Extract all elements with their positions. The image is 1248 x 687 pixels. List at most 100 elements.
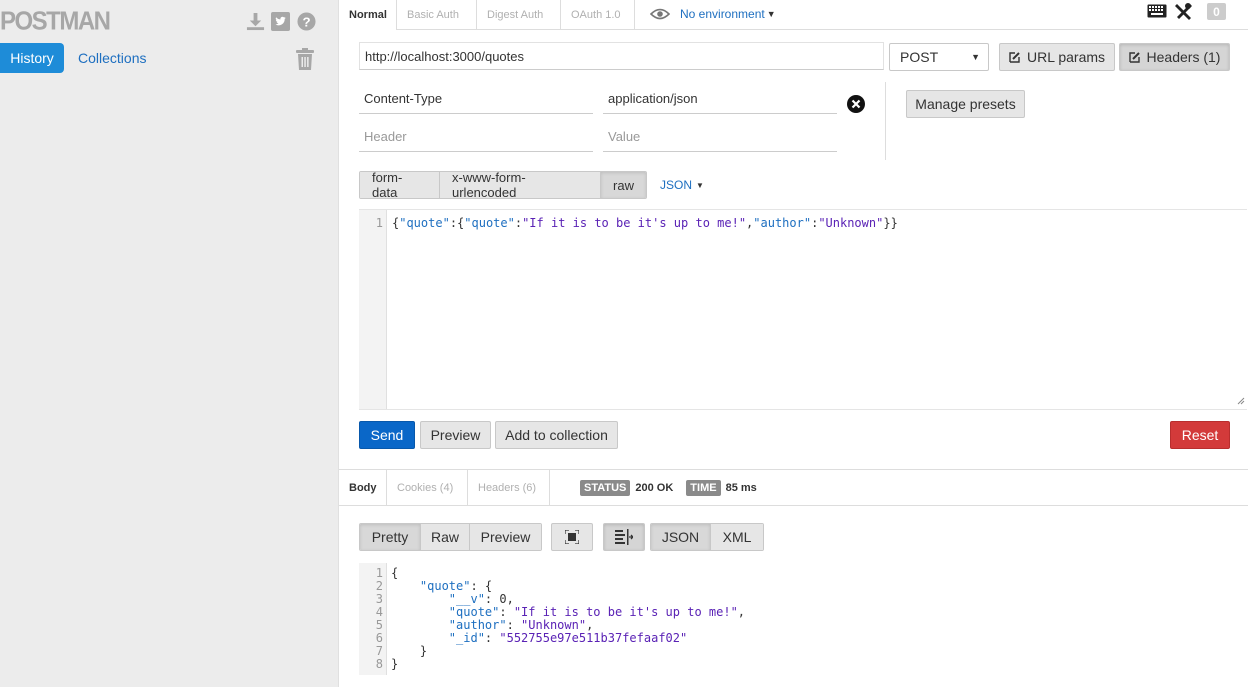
code-token: : [484,631,500,645]
code-token: : [499,605,514,619]
code-token: "__v" [448,592,485,606]
eye-icon [650,8,670,20]
line-number: 1 [375,216,383,230]
view-pretty[interactable]: Pretty [360,524,421,550]
code-token: "author" [448,618,507,632]
time-label: TIME [686,480,721,496]
divider [885,82,886,160]
body-format-label: JSON [660,178,693,192]
response-view-selector: Pretty Raw Preview [359,523,542,551]
view-raw[interactable]: Raw [421,524,470,550]
response-tab-body[interactable]: Body [339,470,387,505]
format-xml[interactable]: XML [711,524,763,550]
tab-oauth[interactable]: OAuth 1.0 [561,0,635,30]
code-token: "If it is to be it's up to me!" [513,605,738,619]
tab-basic-auth[interactable]: Basic Auth [397,0,477,30]
svg-text:?: ? [302,14,310,29]
code-token: :{ [449,216,465,230]
body-mode-selector: form-data x-www-form-urlencoded raw [359,171,647,199]
code-token: "552755e97e511b37fefaaf02" [499,631,688,645]
header-key-input[interactable] [359,84,593,114]
select-arrow-icon: ▼ [971,52,980,62]
tab-normal[interactable]: Normal [339,0,397,30]
wrap-lines-button[interactable] [603,523,645,551]
editor-gutter: 1 [359,210,387,409]
trash-icon[interactable] [295,48,315,70]
manage-presets-button[interactable]: Manage presets [906,90,1025,118]
environment-selector[interactable]: No environment ▼ [650,4,776,24]
notification-count-badge[interactable]: 0 [1207,3,1226,20]
settings-wrench-icon[interactable] [1175,3,1192,20]
code-token: "_id" [448,631,485,645]
url-params-button[interactable]: URL params [999,43,1115,71]
url-params-label: URL params [1026,49,1106,65]
code-token: "author" [753,216,812,230]
code-token: , [737,605,746,619]
preview-button[interactable]: Preview [420,421,491,449]
chevron-down-icon: ▼ [766,9,776,19]
resize-handle-icon[interactable] [1237,397,1245,405]
tab-collections[interactable]: Collections [78,43,146,73]
app-logo: POSTMAN [0,7,111,37]
reset-button[interactable]: Reset [1170,421,1230,449]
view-preview[interactable]: Preview [470,524,541,550]
code-token: : [506,618,522,632]
format-json[interactable]: JSON [651,524,711,550]
header-value-input[interactable] [603,84,837,114]
response-code-line: "_id": "552755e97e511b37fefaaf02" [391,632,687,645]
response-tab-cookies[interactable]: Cookies (4) [387,470,468,505]
code-token: "quote" [399,216,450,230]
new-header-value-input[interactable] [603,122,837,152]
response-gutter: 12345678 [359,563,387,675]
tab-digest-auth[interactable]: Digest Auth [477,0,561,30]
method-label: POST [900,49,939,65]
add-to-collection-button[interactable]: Add to collection [495,421,618,449]
code-token: { [391,566,399,580]
send-button[interactable]: Send [359,421,415,449]
url-input[interactable] [359,42,884,70]
time-value: 85 ms [725,482,757,494]
code-token: : [514,216,523,230]
code-token: , [586,618,594,632]
request-body-line: {"quote":{"quote":"If it is to be it's u… [392,216,898,230]
response-format-selector: JSON XML [650,523,764,551]
request-body-editor[interactable]: 1 {"quote":{"quote":"If it is to be it's… [359,209,1247,410]
code-token: "quote" [464,216,515,230]
download-icon[interactable] [246,12,265,31]
wrap-lines-icon [615,529,633,545]
code-token: "Unknown" [818,216,884,230]
code-token: } [391,644,428,658]
code-token: "If it is to be it's up to me!" [522,216,747,230]
code-token: : { [470,579,493,593]
code-token: "quote" [448,605,500,619]
chevron-down-icon: ▼ [696,180,704,190]
method-select[interactable]: POST ▼ [889,43,989,71]
body-mode-urlencoded[interactable]: x-www-form-urlencoded [440,172,601,198]
tab-history[interactable]: History [0,43,64,73]
divider [339,505,1248,506]
help-icon[interactable]: ? [297,12,316,31]
new-header-key-input[interactable] [359,122,593,152]
expand-icon [565,530,579,544]
body-format-selector[interactable]: JSON ▼ [660,177,704,193]
remove-header-icon[interactable] [847,95,865,113]
twitter-icon[interactable] [271,12,290,31]
response-code-line: } [391,658,398,671]
body-mode-raw[interactable]: raw [601,172,646,198]
status-label: STATUS [580,480,631,496]
keyboard-icon[interactable] [1147,4,1167,18]
fullscreen-button[interactable] [551,523,593,551]
code-token: } [391,657,399,671]
code-token: }} [883,216,898,230]
status-value: 200 OK [635,482,674,494]
edit-icon [1009,52,1020,63]
response-body-viewer[interactable]: 12345678 { "quote": { "__v": 0, "quote":… [359,563,1248,675]
code-token: : 0, [484,592,514,606]
response-tab-headers[interactable]: Headers (6) [468,470,550,505]
body-mode-form-data[interactable]: form-data [360,172,440,198]
headers-button[interactable]: Headers (1) [1119,43,1230,71]
